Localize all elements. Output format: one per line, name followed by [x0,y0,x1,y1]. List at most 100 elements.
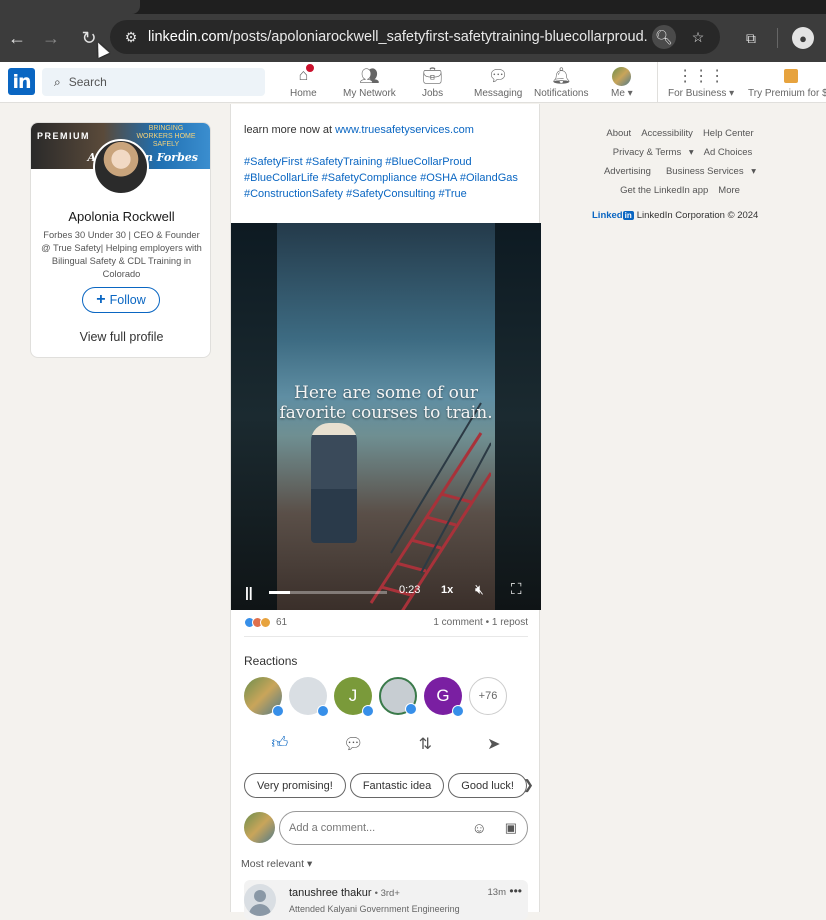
copyright: LinkedIn Corporation © 2024 [636,210,759,221]
author-profile-card: PREMIUM BRINGING WORKERS HOME SAFELY As … [30,122,211,358]
send-icon[interactable]: ➤ [487,734,500,754]
current-user-avatar [244,812,275,843]
linkedin-logo-icon[interactable]: in [8,68,35,95]
brand-word: Linked [592,210,623,221]
repost-icon[interactable]: ⇅ [419,734,432,754]
video-time: 0:23 [399,584,421,596]
suggestion-chip[interactable]: Fantastic idea [349,773,445,798]
post-actions: 👍︎ 💬︎ ⇅ ➤ [244,734,528,754]
like-badge-icon [272,705,284,717]
nav-for-business[interactable]: ⋮⋮⋮ For Business ▾ [668,66,734,99]
playback-speed-button[interactable]: 1x [441,584,453,596]
video-progress-bar[interactable] [269,591,387,594]
search-icon: ⌕ [54,74,61,89]
nav-me[interactable]: Me ▾ [611,66,633,99]
page-footer: About Accessibility Help Center Privacy & … [590,124,770,200]
browser-tabstrip [0,0,826,14]
premium-label: PREMIUM [37,131,90,141]
sort-dropdown[interactable]: Most relevant ▾ [241,858,312,870]
forward-icon[interactable]: → [34,21,68,55]
video-caption: Here are some of our favorite courses to… [279,383,493,423]
like-badge-icon [362,705,374,717]
reactor-avatar[interactable]: G [424,677,464,717]
video-player[interactable]: Here are some of our favorite courses to… [231,223,541,610]
nav-divider [657,62,658,102]
browser-profile-icon[interactable]: ● [792,27,814,49]
me-avatar [612,66,632,86]
author-name[interactable]: Apolonia Rockwell [31,209,210,224]
url-text[interactable]: linkedin.com/posts/apoloniarockwell_safe… [148,29,648,45]
suggestion-chip[interactable]: Good luck! [448,773,527,798]
browser-toolbar: ← → ↻ ⚙ linkedin.com/posts/apoloniarockw… [0,14,826,62]
view-full-profile-link[interactable]: View full profile [31,330,210,344]
footer-link[interactable]: Advertising [604,166,651,177]
comment-item: tanushree thakur • 3rd+ 13m ••• Attended… [244,880,528,920]
browser-tab[interactable] [0,0,140,14]
commenter-avatar[interactable] [244,884,276,916]
footer-link[interactable]: Get the LinkedIn app [620,185,708,196]
suggestion-chip[interactable]: Very promising! [244,773,346,798]
post-hashtags[interactable]: #SafetyFirst #SafetyTraining #BlueCollar… [244,154,534,202]
commenter-headline: Attended Kalyani Government Engineering [289,904,460,914]
comment-time: 13m [487,887,506,898]
nav-home[interactable]: ⌂ Home [290,62,317,99]
nav-my-network[interactable]: 👥︎ My Network [343,66,396,99]
video-letterbox-right [495,223,541,610]
nav-try-premium[interactable]: Try Premium for $0 [748,66,826,99]
image-icon[interactable]: ▣ [505,820,517,836]
footer-link[interactable]: More [718,185,740,196]
nav-messaging[interactable]: 💬︎ Messaging [474,66,522,99]
reactor-avatar[interactable] [379,677,417,715]
author-avatar[interactable] [93,139,149,195]
support-reaction-icon [260,617,271,628]
mute-icon[interactable]: 🔇︎ [475,581,484,598]
footer-link[interactable]: Accessibility [641,128,693,139]
reactor-avatar[interactable] [244,677,284,717]
reaction-summary[interactable]: 61 [244,617,287,628]
zoom-icon[interactable]: 🔍︎ [652,25,676,49]
nav-notifications[interactable]: 🔔︎ Notifications [534,66,588,99]
linkedin-header: in ⌕ Search ⌂ Home 👥︎ My Network 💼︎ Jobs … [0,62,826,103]
premium-icon [783,69,798,83]
post-link[interactable]: www.truesafetyservices.com [335,124,474,136]
site-info-icon[interactable]: ⚙ [116,29,146,46]
reactor-avatar[interactable]: J [334,677,374,717]
extensions-icon[interactable]: ⧉ [739,26,763,50]
connection-degree: • 3rd+ [374,888,400,899]
like-badge-icon [405,703,417,715]
comments-reposts-count[interactable]: 1 comment • 1 repost [433,617,528,628]
commenter-name[interactable]: tanushree thakur • 3rd+ [289,887,400,899]
chevron-right-icon[interactable]: ❯ [523,777,534,793]
more-options-icon[interactable]: ••• [509,884,522,898]
grid-icon: ⋮⋮⋮ [677,68,726,85]
suggested-comments: Very promising! Fantastic idea Good luck… [244,773,534,799]
video-progress-fill [269,591,291,594]
footer-link[interactable]: About [606,128,631,139]
like-icon[interactable]: 👍︎ [272,734,289,754]
back-icon[interactable]: ← [0,21,34,55]
video-controls: | | 0:23 1x 🔇︎ ⛶ [231,578,541,606]
footer-link[interactable]: Privacy & Terms ▾ [608,147,694,158]
reactors-row: J G +76 [244,677,507,717]
footer-link[interactable]: Ad Choices [704,147,753,158]
notification-dot [304,62,317,74]
fullscreen-icon[interactable]: ⛶ [511,581,522,598]
video-worker-figure [311,423,357,543]
bookmark-star-icon[interactable]: ☆ [686,25,710,49]
brand-in-icon: in [622,211,634,220]
footer-link[interactable]: Business Services ▾ [661,166,756,177]
more-reactors-button[interactable]: +76 [469,677,507,715]
comment-icon[interactable]: 💬︎ [343,734,363,754]
reactor-avatar[interactable] [289,677,329,717]
address-bar[interactable]: ⚙ linkedin.com/posts/apoloniarockwell_sa… [110,20,720,54]
search-input[interactable]: ⌕ Search [42,68,265,96]
pause-icon[interactable]: | | [245,584,253,600]
comment-input[interactable]: Add a comment... ☺ ▣ [279,811,528,845]
nav-jobs[interactable]: 💼︎ Jobs [422,66,443,99]
emoji-icon[interactable]: ☺ [472,820,487,837]
footer-link[interactable]: Help Center [703,128,754,139]
follow-button[interactable]: + Follow [82,287,160,313]
reactions-heading: Reactions [244,654,298,668]
social-counts: 61 1 comment • 1 repost [244,617,528,631]
divider [244,636,528,637]
